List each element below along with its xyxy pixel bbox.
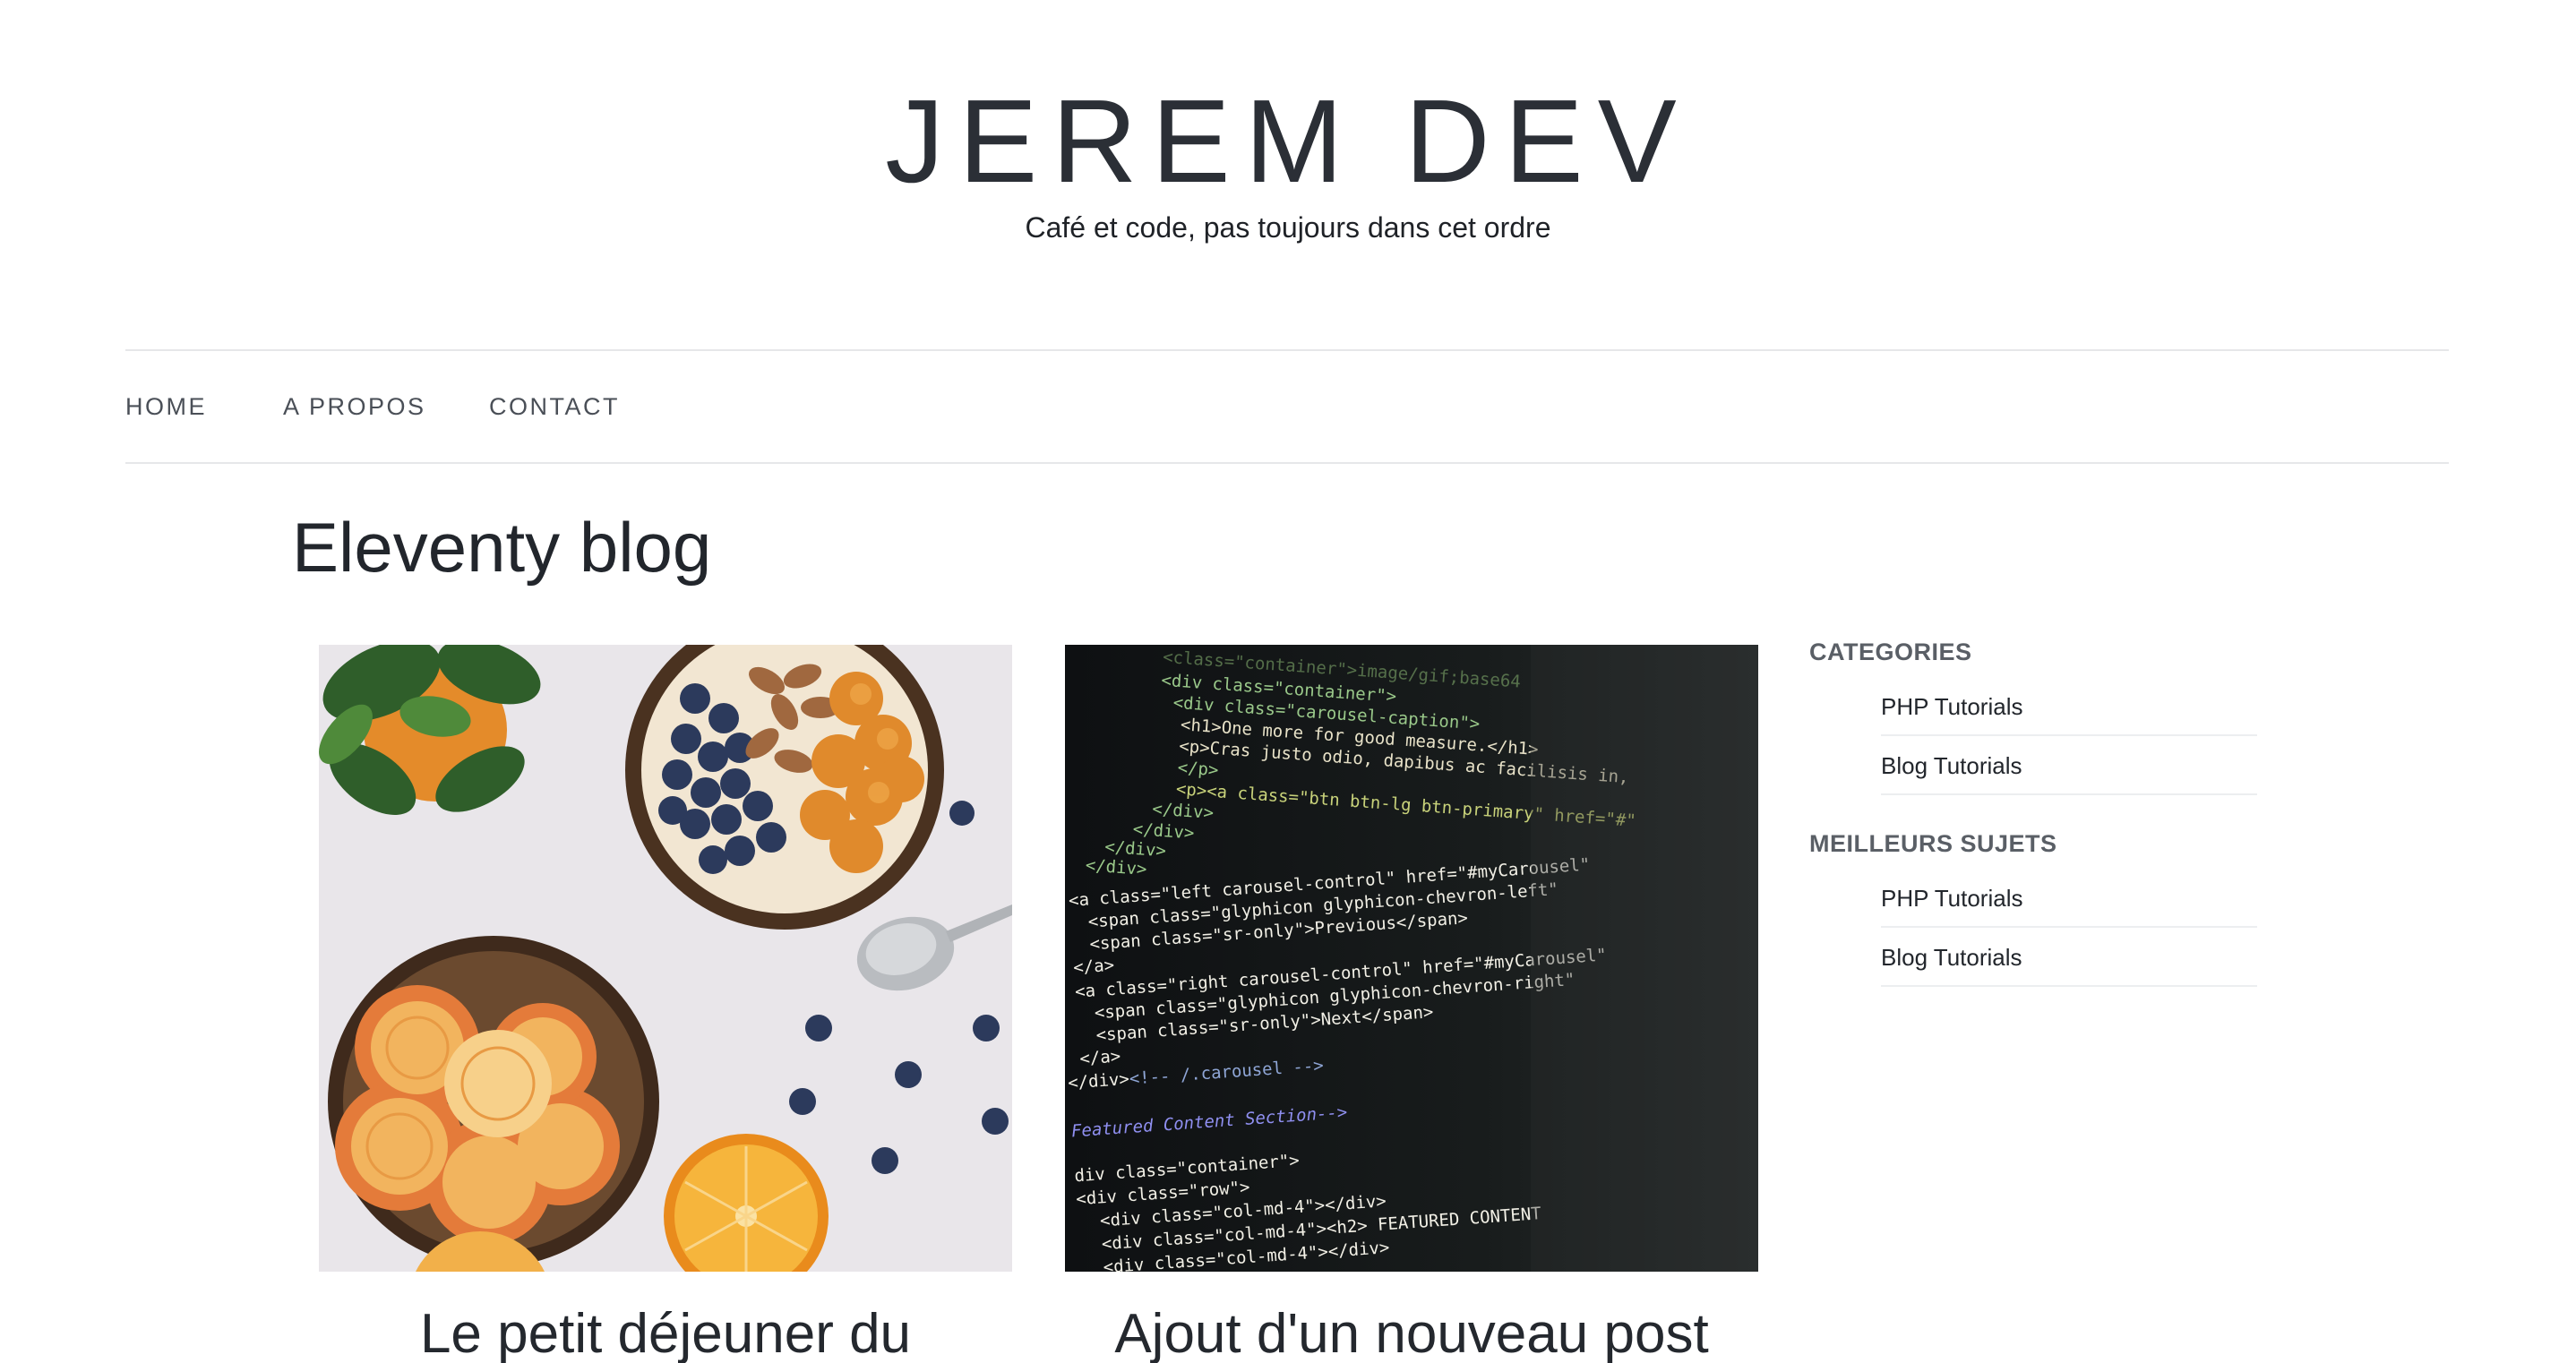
widget-top-topics: MEILLEURS SUJETS PHP Tutorials Blog Tuto… <box>1809 819 2257 987</box>
nav-item-home[interactable]: HOME <box>125 351 207 462</box>
site-title[interactable]: JEREM DEV <box>0 79 2576 204</box>
post-card[interactable]: <class="container">image/gif;base64 <div… <box>1065 645 1758 1363</box>
svg-text:</p>: </p> <box>1177 758 1219 780</box>
post-title[interactable]: Ajout d'un nouveau post <box>1065 1299 1758 1363</box>
site-header: JEREM DEV Café et code, pas toujours dan… <box>0 0 2576 349</box>
nav-item-contact[interactable]: CONTACT <box>489 351 620 462</box>
svg-text:</a>: </a> <box>1073 956 1115 978</box>
topic-link[interactable]: PHP Tutorials <box>1881 869 2257 928</box>
category-link[interactable]: Blog Tutorials <box>1881 736 2257 795</box>
category-list: PHP Tutorials Blog Tutorials <box>1881 677 2257 795</box>
category-link[interactable]: PHP Tutorials <box>1881 677 2257 736</box>
site-tagline: Café et code, pas toujours dans cet ordr… <box>1025 211 1551 244</box>
post-title[interactable]: Le petit déjeuner du <box>319 1299 1012 1363</box>
page-title: Eleventy blog <box>292 508 712 587</box>
post-thumbnail-code[interactable]: <class="container">image/gif;base64 <div… <box>1065 645 1758 1272</box>
post-thumbnail-breakfast[interactable] <box>319 645 1012 1272</box>
sidebar: CATEGORIES PHP Tutorials Blog Tutorials … <box>1809 627 2257 1010</box>
topic-link[interactable]: Blog Tutorials <box>1881 928 2257 987</box>
topic-list: PHP Tutorials Blog Tutorials <box>1881 869 2257 987</box>
nav-item-a-propos[interactable]: A PROPOS <box>283 351 426 462</box>
post-card[interactable]: Le petit déjeuner du <box>319 645 1012 1363</box>
widget-categories: CATEGORIES PHP Tutorials Blog Tutorials <box>1809 627 2257 795</box>
widget-title: MEILLEURS SUJETS <box>1809 830 2057 857</box>
widget-title: CATEGORIES <box>1809 639 1972 665</box>
svg-text:</a>: </a> <box>1079 1046 1121 1068</box>
main-nav: HOME A PROPOS CONTACT <box>125 349 2449 464</box>
